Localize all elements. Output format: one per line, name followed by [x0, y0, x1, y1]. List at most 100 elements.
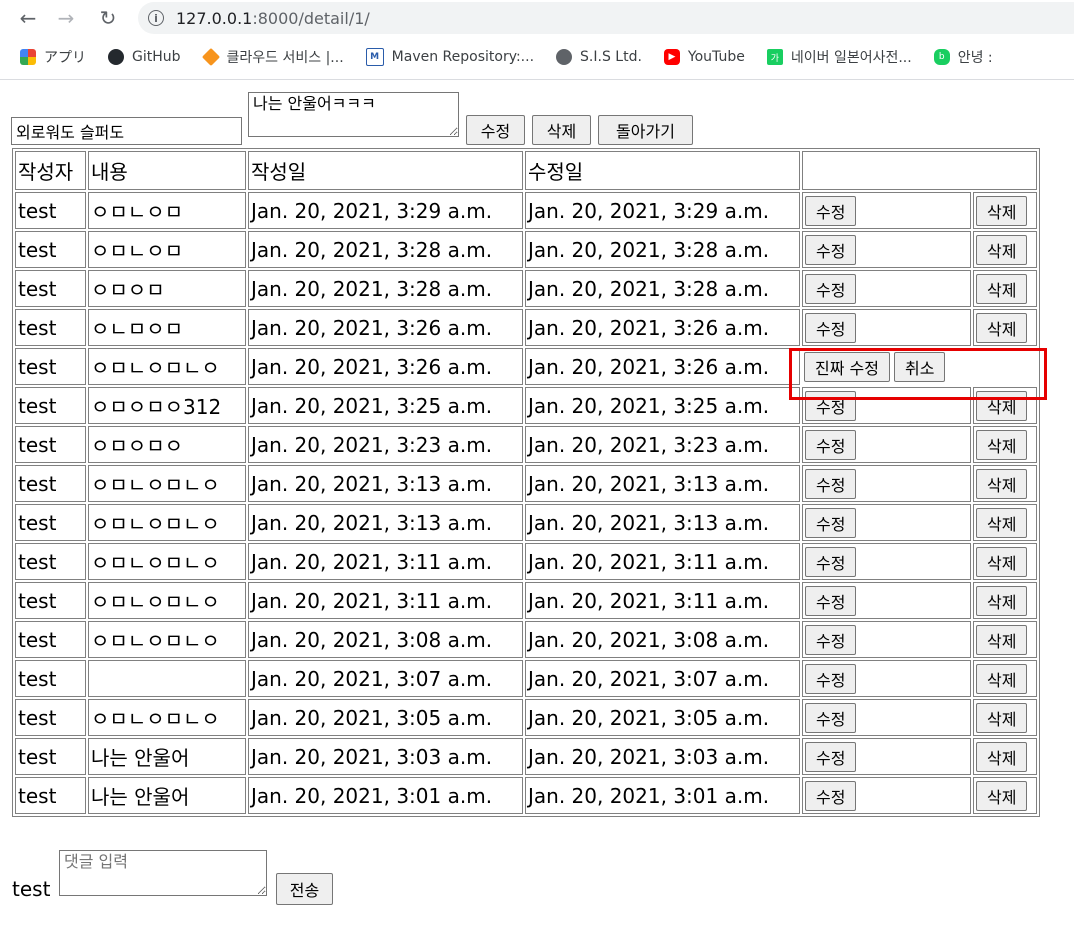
bookmark-item[interactable]: M Maven Repository:... — [365, 48, 534, 66]
row-author: test — [15, 582, 86, 619]
table-row: test 나는 안울어 Jan. 20, 2021, 3:01 a.m. Jan. 2… — [15, 777, 1037, 814]
bookmark-label: GitHub — [132, 49, 181, 65]
row-edit-button[interactable]: 수정 — [805, 390, 857, 421]
table-row: test ㅇㅁㄴㅇㅁ Jan. 20, 2021, 3:28 a.m. Jan. 20… — [15, 231, 1037, 268]
row-edit-button[interactable]: 수정 — [805, 429, 857, 460]
bookmark-item[interactable]: GitHub — [108, 49, 181, 65]
row-edit-button[interactable]: 수정 — [805, 741, 857, 772]
back-arrow-icon[interactable]: ← — [16, 6, 40, 30]
row-edit-button[interactable]: 수정 — [805, 195, 857, 226]
bookmark-item[interactable]: ▶ YouTube — [663, 49, 745, 65]
row-edit-button[interactable]: 수정 — [805, 663, 857, 694]
row-delete-button[interactable]: 삭제 — [976, 312, 1028, 343]
bookmark-item[interactable]: 가 네이버 일본어사전... — [766, 47, 912, 67]
row-edit-cell: 수정 — [802, 660, 971, 697]
row-delete-button[interactable]: 삭제 — [976, 468, 1028, 499]
table-row: test ㅇㅁㄴㅇㅁㄴㅇ Jan. 20, 2021, 3:13 a.m. Jan. … — [15, 465, 1037, 502]
post-delete-button[interactable]: 삭제 — [532, 115, 591, 145]
row-edit-button[interactable]: 수정 — [805, 234, 857, 265]
row-edit-button[interactable]: 수정 — [805, 624, 857, 655]
row-delete-button[interactable]: 삭제 — [976, 429, 1028, 460]
row-edit-cell: 수정 — [802, 270, 971, 307]
row-delete-cell: 삭제 — [973, 387, 1037, 424]
comment-submit-button[interactable]: 전송 — [276, 873, 333, 905]
row-delete-cell: 삭제 — [973, 699, 1037, 736]
row-edit-button[interactable]: 수정 — [805, 273, 857, 304]
row-edit-button[interactable]: 수정 — [805, 507, 857, 538]
row-content: ㅇㅁㄴㅇㅁㄴㅇ — [88, 465, 246, 502]
row-delete-button[interactable]: 삭제 — [976, 741, 1028, 772]
row-edit-button[interactable]: 수정 — [805, 585, 857, 616]
row-edit-cell: 수정 — [802, 192, 971, 229]
header-actions-spacer — [802, 151, 1037, 190]
row-edit-button[interactable]: 수정 — [805, 468, 857, 499]
row-updated: Jan. 20, 2021, 3:26 a.m. — [525, 309, 800, 346]
bookmark-item[interactable]: 클라우드 서비스 |... — [201, 47, 344, 67]
row-edit-cell: 수정 — [802, 387, 971, 424]
bookmark-label: 네이버 일본어사전... — [790, 50, 912, 66]
row-delete-button[interactable]: 삭제 — [976, 507, 1028, 538]
row-edit-cell: 수정 — [802, 738, 971, 775]
row-content: ㅇㅁㄴㅇㅁㄴㅇ — [88, 699, 246, 736]
row-created: Jan. 20, 2021, 3:01 a.m. — [248, 777, 523, 814]
row-delete-button[interactable]: 삭제 — [976, 702, 1028, 733]
github-icon — [108, 49, 124, 65]
bookmark-label: 클라우드 서비스 |... — [226, 50, 344, 66]
row-delete-cell: 삭제 — [973, 543, 1037, 580]
post-edit-button[interactable]: 수정 — [466, 115, 525, 145]
table-header-row: 작성자 내용 작성일 수정일 — [15, 151, 1037, 190]
bookmark-item[interactable]: S.I.S Ltd. — [556, 49, 642, 65]
row-updated: Jan. 20, 2021, 3:08 a.m. — [525, 621, 800, 658]
row-created: Jan. 20, 2021, 3:03 a.m. — [248, 738, 523, 775]
back-button[interactable]: 돌아가기 — [598, 115, 693, 145]
row-delete-button[interactable]: 삭제 — [976, 234, 1028, 265]
post-title-input[interactable] — [11, 117, 242, 145]
row-updated: Jan. 20, 2021, 3:07 a.m. — [525, 660, 800, 697]
row-delete-button[interactable]: 삭제 — [976, 273, 1028, 304]
bookmark-item[interactable]: アプリ — [20, 47, 86, 67]
row-edit-cell: 수정 — [802, 426, 971, 463]
row-delete-button[interactable]: 삭제 — [976, 585, 1028, 616]
comments-table: 작성자 내용 작성일 수정일 test ㅇㅁㄴㅇㅁ Jan. 20, 2021, 3… — [12, 148, 1040, 817]
row-created: Jan. 20, 2021, 3:28 a.m. — [248, 231, 523, 268]
table-row: test ㅇㅁㄴㅇㅁㄴㅇ Jan. 20, 2021, 3:26 a.m. Jan. … — [15, 348, 1037, 385]
row-edit-button[interactable]: 수정 — [805, 546, 857, 577]
cancel-edit-button[interactable]: 취소 — [893, 351, 946, 382]
row-content: 나는 안울어 — [88, 777, 246, 814]
row-created: Jan. 20, 2021, 3:07 a.m. — [248, 660, 523, 697]
bookmark-item[interactable]: b 안녕 : — [933, 47, 993, 67]
row-edit-button[interactable]: 수정 — [805, 780, 857, 811]
row-content: ㅇㅁㄴㅇㅁㄴㅇ — [88, 543, 246, 580]
confirm-edit-button[interactable]: 진짜 수정 — [804, 351, 890, 382]
row-edit-button[interactable]: 수정 — [805, 312, 857, 343]
row-delete-cell: 삭제 — [973, 465, 1037, 502]
row-author: test — [15, 621, 86, 658]
row-delete-button[interactable]: 삭제 — [976, 546, 1028, 577]
forward-arrow-icon[interactable]: → — [54, 6, 78, 30]
youtube-icon: ▶ — [663, 49, 680, 65]
row-author: test — [15, 231, 86, 268]
row-delete-button[interactable]: 삭제 — [976, 195, 1028, 226]
row-updated: Jan. 20, 2021, 3:28 a.m. — [525, 270, 800, 307]
post-body-textarea[interactable]: 나는 안울어ㅋㅋㅋ — [248, 92, 459, 137]
row-delete-button[interactable]: 삭제 — [976, 663, 1028, 694]
row-delete-cell: 삭제 — [973, 309, 1037, 346]
row-delete-button[interactable]: 삭제 — [976, 624, 1028, 655]
table-row: test ㅇㅁㄴㅇㅁㄴㅇ Jan. 20, 2021, 3:11 a.m. Jan. … — [15, 582, 1037, 619]
row-edit-button[interactable]: 수정 — [805, 702, 857, 733]
row-content: ㅇㅁㅇㅁ — [88, 270, 246, 307]
comment-input[interactable] — [59, 850, 267, 896]
row-edit-cell: 수정 — [802, 621, 971, 658]
row-author: test — [15, 504, 86, 541]
site-info-icon[interactable]: i — [148, 10, 164, 26]
maven-icon: M — [365, 48, 384, 66]
header-updated: 수정일 — [525, 151, 800, 190]
reload-icon[interactable]: ↻ — [96, 6, 120, 30]
address-bar[interactable]: i 127.0.0.1:8000/detail/1/ — [138, 2, 1074, 34]
row-delete-cell: 삭제 — [973, 660, 1037, 697]
naver-dict-icon: 가 — [766, 49, 783, 65]
row-delete-button[interactable]: 삭제 — [976, 390, 1028, 421]
row-delete-button[interactable]: 삭제 — [976, 780, 1028, 811]
row-edit-actions: 진짜 수정 취소 — [802, 348, 1037, 385]
table-row: test ㅇㅁㄴㅇㅁㄴㅇ Jan. 20, 2021, 3:05 a.m. Jan. … — [15, 699, 1037, 736]
